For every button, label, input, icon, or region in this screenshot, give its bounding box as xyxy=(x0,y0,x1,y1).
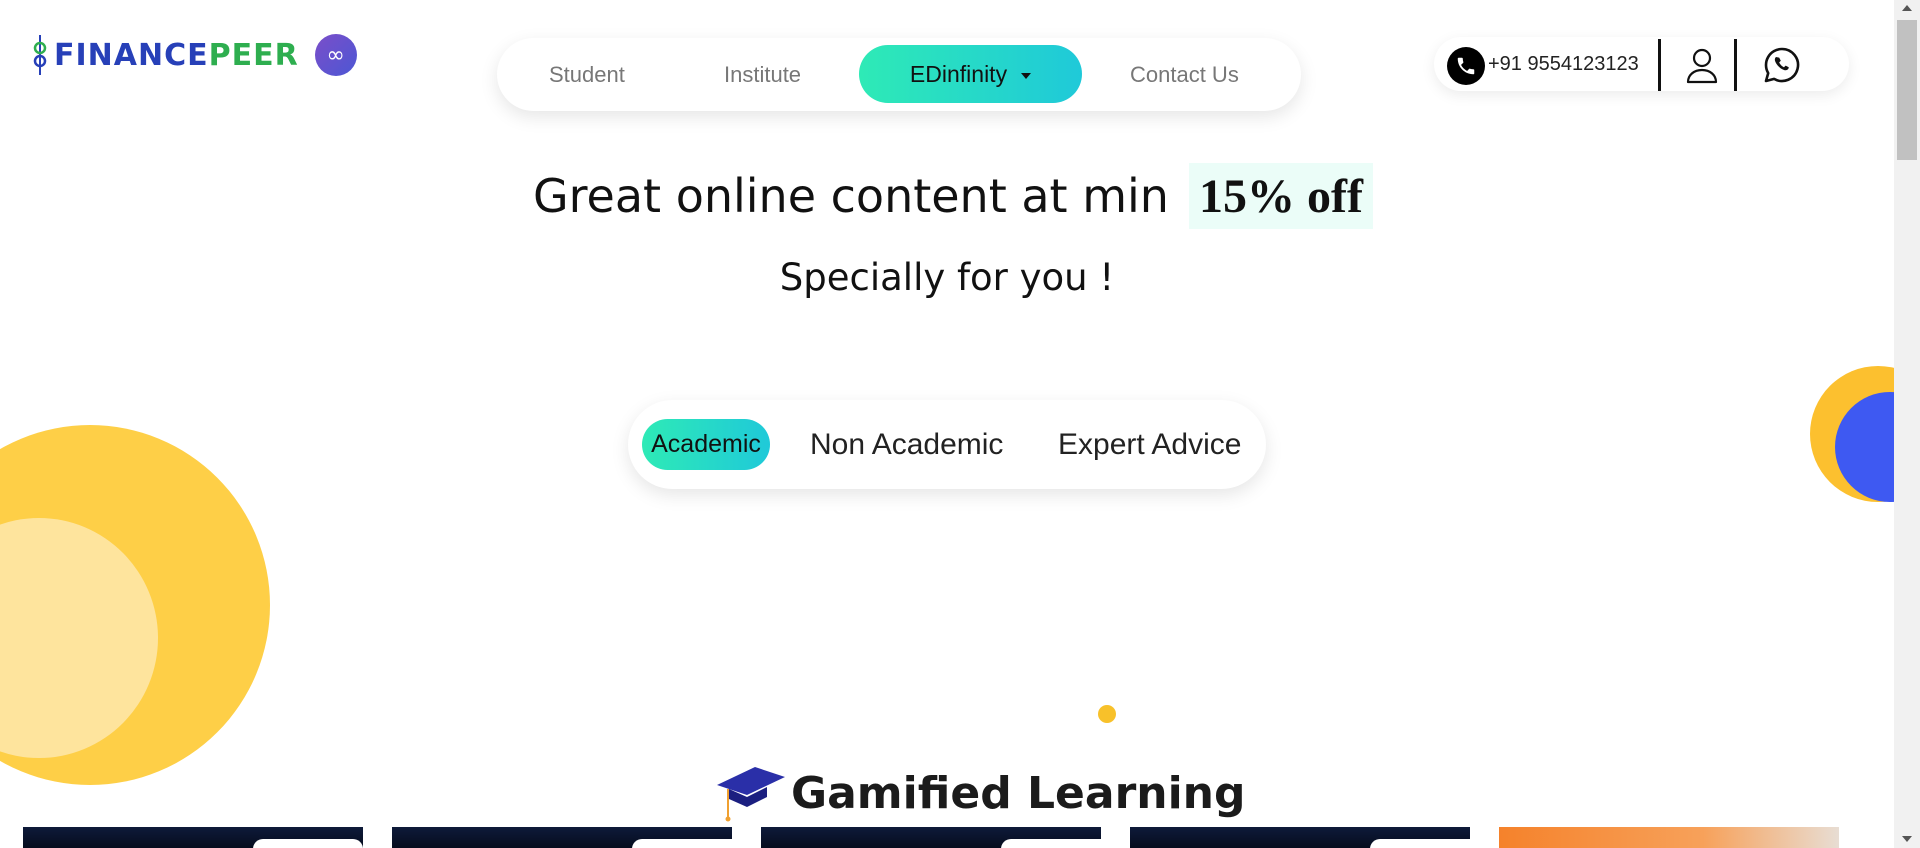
logo-word-finance: FINANCE xyxy=(54,37,209,73)
course-card[interactable] xyxy=(1130,827,1480,848)
logo-word-peer: PEER xyxy=(208,37,299,73)
contact-bar: +91 9554123123 xyxy=(1434,37,1849,91)
section-title: Gamified Learning xyxy=(791,767,1246,819)
discount-highlight: 15% off xyxy=(1188,163,1373,229)
nav-item-institute[interactable]: Institute xyxy=(724,38,801,111)
logo-mark-icon xyxy=(33,35,47,75)
tab-non-academic[interactable]: Non Academic xyxy=(810,400,1003,489)
category-tabs: Academic Non Academic Expert Advice xyxy=(628,400,1266,489)
phone-number[interactable]: +91 9554123123 xyxy=(1488,37,1639,91)
nav-item-label: Contact Us xyxy=(1130,61,1239,87)
nav-item-label: Institute xyxy=(724,61,802,87)
divider xyxy=(1734,39,1737,91)
hero-headline-text: Great online content at min xyxy=(533,169,1169,223)
carousel-dot[interactable] xyxy=(1098,705,1116,723)
phone-icon[interactable] xyxy=(1447,47,1485,85)
scroll-up-arrow-icon[interactable] xyxy=(1902,5,1912,11)
card-header xyxy=(632,839,742,848)
section-heading: Gamified Learning xyxy=(715,758,1246,828)
card-header xyxy=(253,839,363,848)
card-header xyxy=(1001,839,1111,848)
graduation-cap-icon xyxy=(717,767,785,822)
course-card[interactable] xyxy=(1499,827,1839,848)
hero-subhead: Specially for you ! xyxy=(779,256,1115,299)
nav-item-label: Student xyxy=(549,61,625,87)
nav-item-contact-us[interactable]: Contact Us xyxy=(1130,38,1239,111)
chevron-down-icon xyxy=(1021,72,1032,79)
whatsapp-icon[interactable] xyxy=(1762,45,1802,85)
page: FINANCEPEER ∞ Student Institute EDinfini… xyxy=(0,0,1894,848)
divider xyxy=(1658,39,1661,91)
course-card[interactable] xyxy=(761,827,1111,848)
scroll-down-arrow-icon[interactable] xyxy=(1902,836,1912,842)
infinity-icon: ∞ xyxy=(314,34,357,76)
hero-headline: Great online content at min 15% off xyxy=(533,163,1373,229)
course-card[interactable] xyxy=(392,827,742,848)
card-header xyxy=(1370,839,1480,848)
tab-label: Academic xyxy=(651,430,761,458)
tab-label: Expert Advice xyxy=(1058,427,1242,461)
tab-label: Non Academic xyxy=(810,427,1004,461)
nav-item-label: EDinfinity xyxy=(909,60,1008,87)
user-icon[interactable] xyxy=(1682,45,1722,85)
course-card[interactable] xyxy=(23,827,363,848)
phone-glyph xyxy=(1457,57,1475,75)
main-nav: Student Institute EDinfinity Contact Us xyxy=(497,38,1301,111)
brand-logo[interactable]: FINANCEPEER ∞ xyxy=(32,34,357,76)
tab-expert-advice[interactable]: Expert Advice xyxy=(1058,400,1241,489)
logo-wordmark: FINANCEPEER xyxy=(54,38,299,73)
scroll-thumb[interactable] xyxy=(1897,20,1917,160)
scrollbar[interactable] xyxy=(1894,0,1920,848)
tab-academic[interactable]: Academic xyxy=(642,419,770,470)
nav-item-edinfinity[interactable]: EDinfinity xyxy=(859,45,1082,103)
nav-item-student[interactable]: Student xyxy=(549,38,625,111)
